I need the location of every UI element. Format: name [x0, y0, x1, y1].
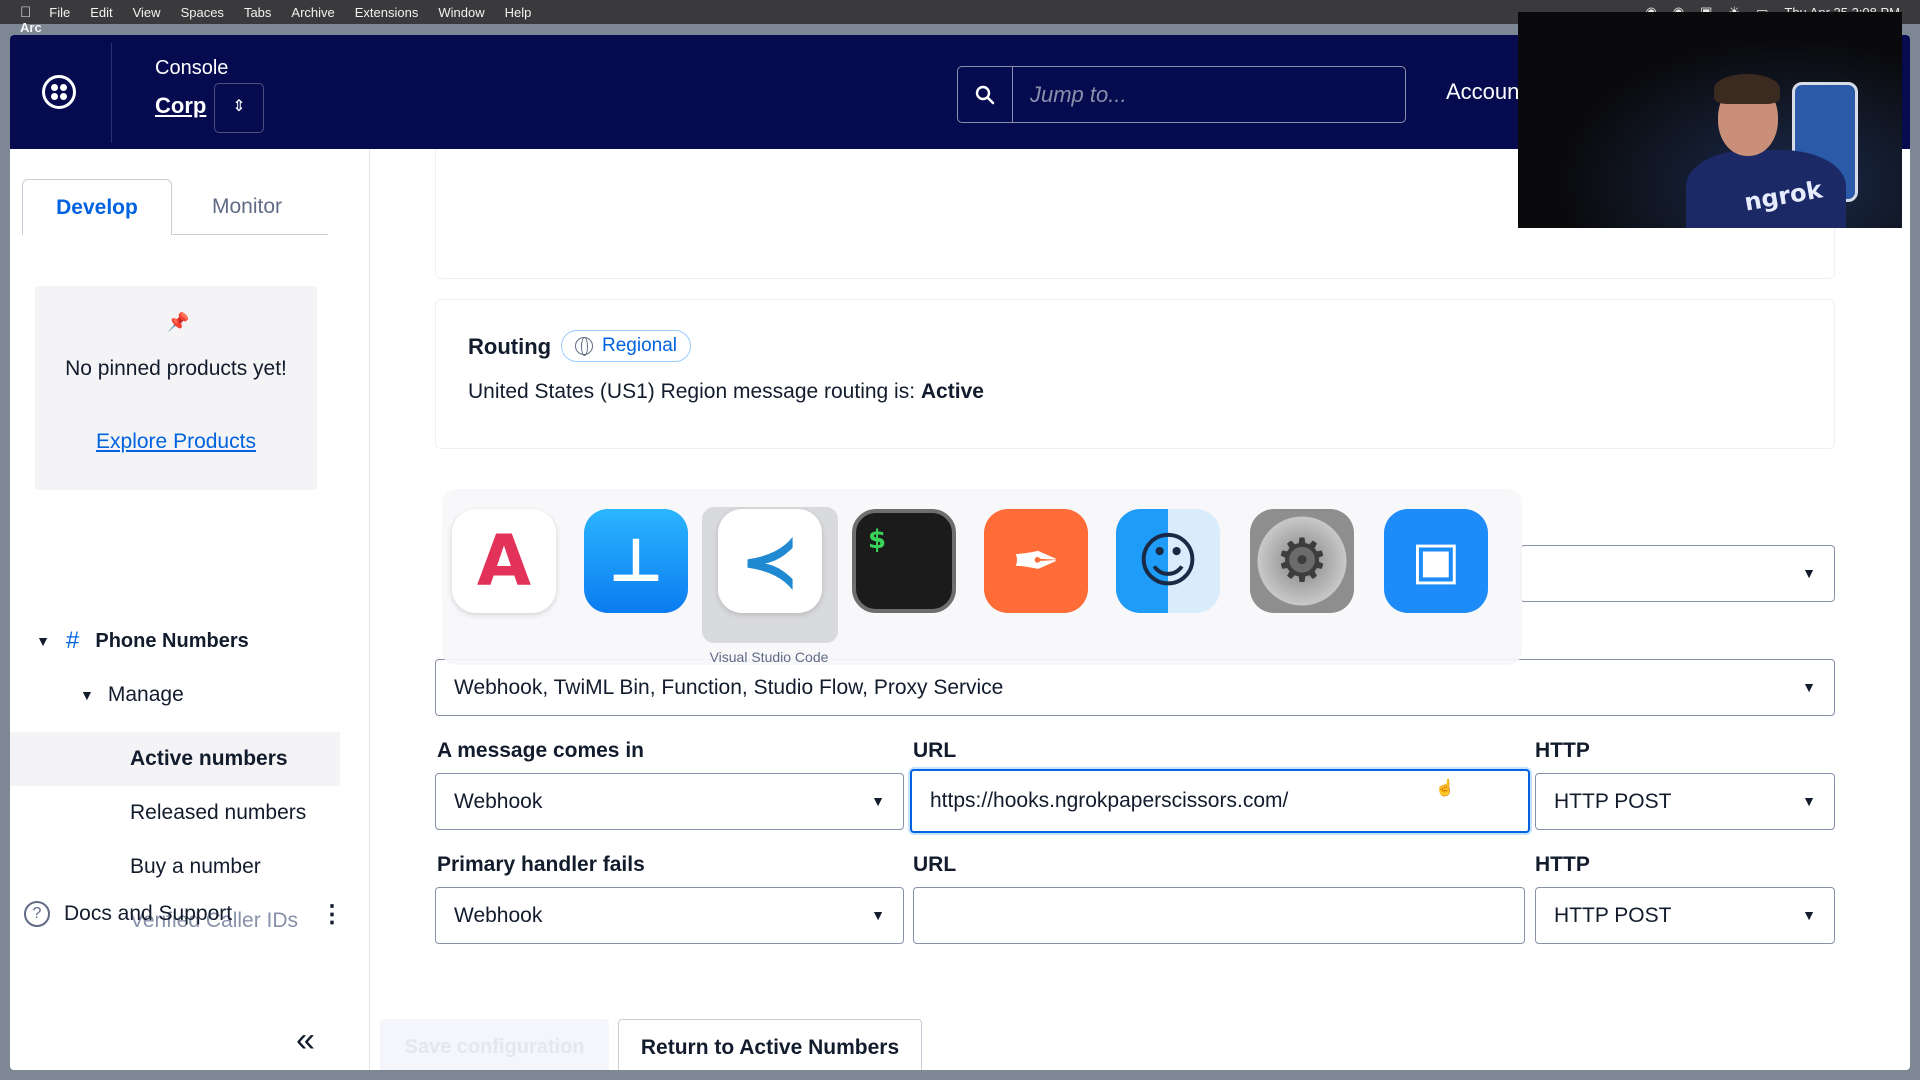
- docs-and-support[interactable]: ? Docs and Support ⋮: [24, 900, 344, 929]
- finder-app-icon[interactable]: ☺: [1116, 509, 1220, 613]
- menu-spaces[interactable]: Spaces: [181, 5, 224, 20]
- selected-app-label: Visual Studio Code: [709, 649, 829, 665]
- message-in-handler-select[interactable]: Webhook ▼: [435, 773, 904, 830]
- podium-icon: ⊥: [608, 526, 664, 596]
- keynote-app-icon[interactable]: ⊥: [584, 509, 688, 613]
- routing-label: Routing: [468, 334, 552, 359]
- chevron-down-icon: ▼: [1802, 907, 1816, 923]
- http-label: HTTP: [1535, 739, 1590, 762]
- terminal-app-icon[interactable]: $: [852, 509, 956, 613]
- arc-app-icon[interactable]: A: [452, 509, 556, 613]
- vscode-logo-icon: ≺: [739, 519, 801, 603]
- jump-to-search: [957, 66, 1406, 123]
- fail-handler-value: Webhook: [454, 904, 543, 927]
- sidebar: Develop Monitor 📌 No pinned products yet…: [10, 149, 370, 1070]
- http-method-select[interactable]: HTTP POST ▼: [1535, 773, 1835, 830]
- apple-icon[interactable]: : [20, 4, 31, 21]
- fail-http-method-value: HTTP POST: [1554, 904, 1672, 927]
- configure-with-select[interactable]: ▼: [1520, 545, 1835, 602]
- docs-label: Docs and Support: [64, 902, 233, 925]
- system-settings-app-icon[interactable]: ⚙: [1250, 509, 1354, 613]
- sidebar-item-released-numbers[interactable]: Released numbers: [10, 786, 340, 840]
- pointer-cursor-icon: ☝: [1435, 780, 1455, 797]
- tab-develop[interactable]: Develop: [22, 179, 172, 235]
- pin-icon: 📌: [167, 312, 190, 332]
- menu-file[interactable]: File: [49, 5, 70, 20]
- chevron-down-icon: ▼: [871, 907, 885, 923]
- tab-underline: [172, 234, 328, 235]
- postman-app-icon[interactable]: ✒: [984, 509, 1088, 613]
- menu-help[interactable]: Help: [505, 5, 532, 20]
- kebab-menu-icon[interactable]: ⋮: [320, 900, 344, 929]
- fail-handler-label: Primary handler fails: [437, 853, 645, 876]
- help-icon: ?: [24, 901, 50, 927]
- sidebar-item-phone-numbers[interactable]: ▼ # Phone Numbers: [32, 627, 249, 655]
- save-configuration-button[interactable]: Save configuration: [380, 1019, 609, 1070]
- account-switcher-button[interactable]: ⇕: [214, 83, 264, 133]
- menu-view[interactable]: View: [133, 5, 161, 20]
- chevron-down-icon: ▼: [1802, 793, 1816, 809]
- search-input[interactable]: [1013, 67, 1405, 122]
- routing-card: Routing Regional United States (US1) Reg…: [435, 299, 1835, 449]
- url-label: URL: [913, 739, 957, 762]
- collapse-sidebar-icon[interactable]: «: [296, 1021, 315, 1060]
- globe-icon: [575, 337, 593, 356]
- service-type-value: Webhook, TwiML Bin, Function, Studio Flo…: [454, 676, 1004, 699]
- chevron-down-icon: ▼: [80, 687, 94, 703]
- sidebar-item-label: Phone Numbers: [95, 629, 249, 652]
- routing-description: United States (US1) Region message routi…: [468, 380, 921, 403]
- fail-http-method-select[interactable]: HTTP POST ▼: [1535, 887, 1835, 944]
- console-label: Console: [155, 57, 229, 79]
- routing-status: Active: [920, 380, 984, 403]
- routing-status-text: United States (US1) Region message routi…: [468, 380, 984, 404]
- docker-whale-icon: ▣: [1411, 531, 1461, 591]
- http-method-value: HTTP POST: [1554, 790, 1672, 813]
- menu-archive[interactable]: Archive: [291, 5, 334, 20]
- message-in-label: A message comes in: [437, 739, 644, 762]
- menu-tabs[interactable]: Tabs: [244, 5, 271, 20]
- gear-icon: ⚙: [1275, 526, 1329, 596]
- regional-badge-label: Regional: [602, 335, 677, 356]
- topbar-divider: [111, 43, 112, 143]
- fail-handler-select[interactable]: Webhook ▼: [435, 887, 904, 944]
- webcam-overlay: ngrok: [1518, 12, 1902, 228]
- chevron-down-icon: ▼: [871, 793, 885, 809]
- app-switcher-overlay: A ⊥ ≺ $ ✒ ☺ ⚙ ▣ Visual Studio Code: [442, 489, 1522, 665]
- presenter-hair: [1714, 74, 1780, 104]
- account-name-link[interactable]: Corp: [155, 93, 206, 119]
- return-to-active-numbers-button[interactable]: Return to Active Numbers: [618, 1019, 922, 1070]
- message-in-handler-value: Webhook: [454, 790, 543, 813]
- pinned-products-panel: 📌 No pinned products yet! Explore Produc…: [35, 286, 317, 490]
- sidebar-item-buy-a-number[interactable]: Buy a number: [10, 840, 340, 894]
- sidebar-item-active-numbers[interactable]: Active numbers: [10, 732, 340, 786]
- chevron-down-icon: ▼: [1802, 679, 1816, 695]
- menu-window[interactable]: Window: [438, 5, 484, 20]
- pen-icon: ✒: [1011, 527, 1061, 595]
- twilio-logo-icon[interactable]: [42, 75, 76, 109]
- chevron-down-icon: ▼: [36, 633, 50, 649]
- finder-face-icon: ☺: [1136, 526, 1200, 596]
- explore-products-link[interactable]: Explore Products: [55, 430, 297, 454]
- arc-logo-icon: A: [476, 520, 532, 602]
- terminal-prompt-icon: $: [868, 525, 887, 555]
- search-icon[interactable]: [958, 67, 1013, 122]
- hash-icon: #: [66, 627, 80, 654]
- fail-url-input[interactable]: [913, 887, 1525, 944]
- chevron-down-icon: ▼: [1802, 565, 1816, 581]
- account-menu[interactable]: Accoun: [1446, 79, 1519, 105]
- docker-app-icon[interactable]: ▣: [1384, 509, 1488, 613]
- fail-http-label: HTTP: [1535, 853, 1590, 876]
- sidebar-item-label: Manage: [107, 683, 184, 706]
- no-pinned-text: No pinned products yet!: [65, 357, 287, 380]
- menu-extensions[interactable]: Extensions: [355, 5, 419, 20]
- service-type-select[interactable]: Webhook, TwiML Bin, Function, Studio Flo…: [435, 659, 1835, 716]
- menu-edit[interactable]: Edit: [90, 5, 112, 20]
- vscode-app-icon[interactable]: ≺: [718, 509, 822, 613]
- tab-monitor[interactable]: Monitor: [172, 179, 322, 235]
- chevron-up-down-icon: ⇕: [232, 98, 246, 115]
- fail-url-label: URL: [913, 853, 957, 876]
- regional-badge: Regional: [561, 330, 691, 362]
- sidebar-item-manage[interactable]: ▼ Manage: [80, 683, 184, 707]
